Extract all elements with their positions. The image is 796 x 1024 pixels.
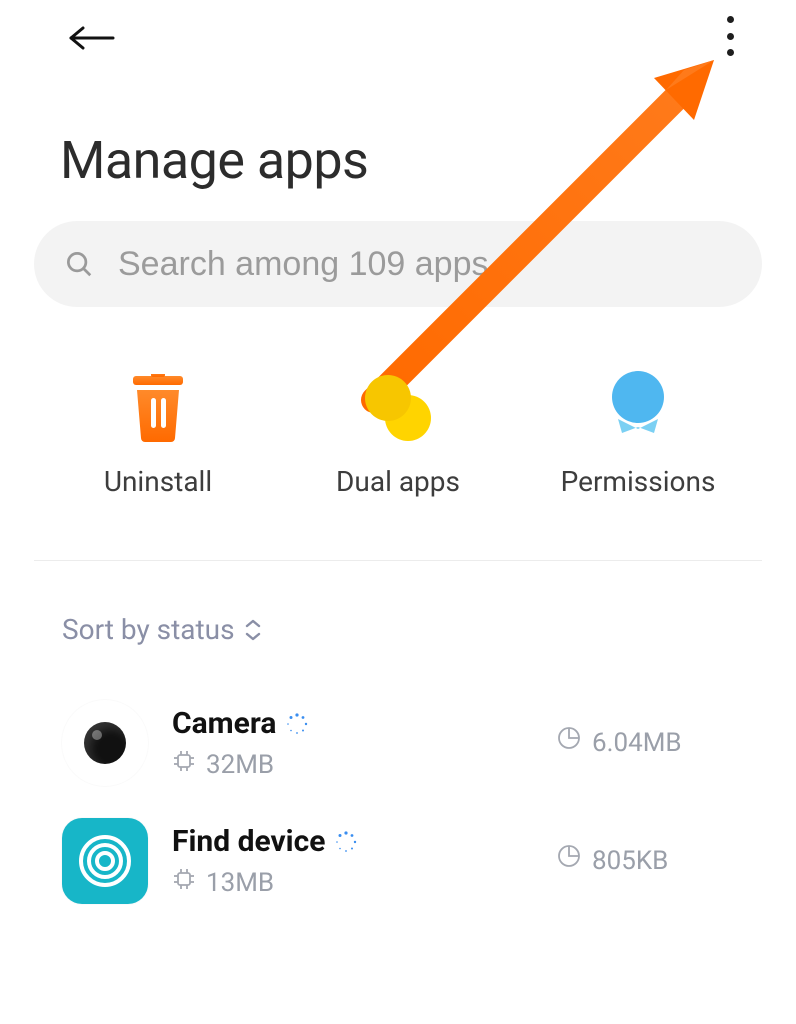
app-list: Camera [0,684,796,920]
app-name: Find device [172,824,325,859]
page-title: Manage apps [60,130,796,191]
uninstall-button[interactable]: Uninstall [48,371,268,498]
app-row-find-device[interactable]: Find device [0,802,796,920]
pie-icon [556,843,582,876]
divider [34,560,762,561]
app-storage: 32MB [206,750,274,780]
app-row-camera[interactable]: Camera [0,684,796,802]
app-storage: 13MB [206,868,274,898]
uninstall-label: Uninstall [104,465,212,498]
chip-icon [172,867,196,898]
permissions-label: Permissions [561,465,716,498]
sort-label: Sort by status [62,613,235,646]
pie-icon [556,725,582,758]
app-name: Camera [172,706,276,741]
more-vertical-icon [727,49,734,56]
back-button[interactable] [64,22,120,54]
app-data: 805KB [592,846,668,876]
search-input[interactable] [118,245,738,284]
more-vertical-icon [727,16,734,23]
app-data: 6.04MB [592,728,682,758]
quick-actions: Uninstall Dual apps [0,371,796,498]
permissions-button[interactable]: Permissions [528,371,748,498]
top-bar [0,0,796,70]
overflow-menu-button[interactable] [720,14,740,58]
dual-apps-button[interactable]: Dual apps [288,371,508,498]
loading-icon [286,713,308,735]
chip-icon [172,749,196,780]
loading-icon [335,831,357,853]
trash-icon [121,371,195,445]
more-vertical-icon [727,33,734,40]
app-icon-camera [62,700,148,786]
permissions-icon [601,371,675,445]
dual-apps-icon [361,371,435,445]
dual-apps-label: Dual apps [336,465,460,498]
search-bar[interactable] [34,221,762,307]
app-icon-find-device [62,818,148,904]
sort-button[interactable]: Sort by status [62,613,796,646]
search-icon [62,247,96,281]
sort-caret-icon [245,619,263,641]
